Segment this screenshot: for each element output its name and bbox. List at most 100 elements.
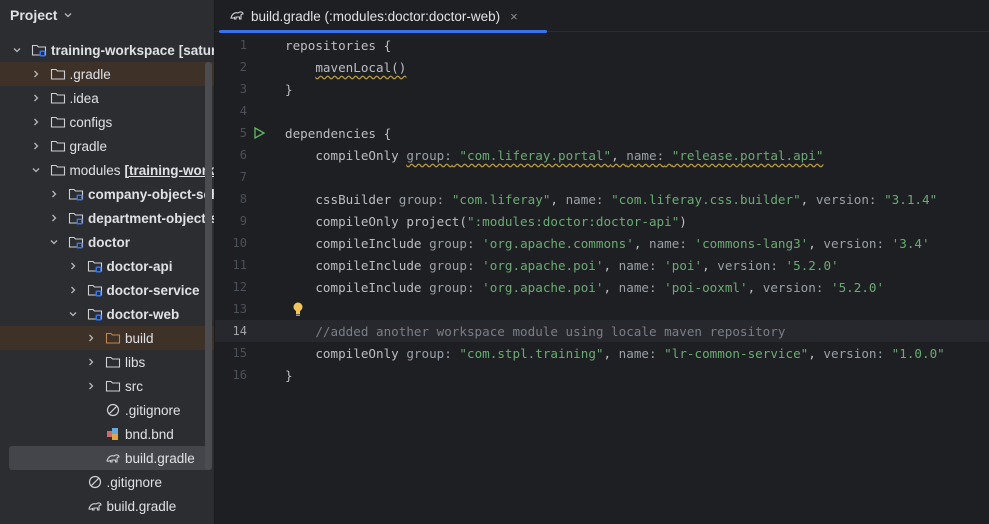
line-number: 5 bbox=[239, 126, 247, 140]
chevron-right-icon[interactable] bbox=[48, 188, 60, 200]
code-line[interactable]: 2 mavenLocal() bbox=[215, 56, 989, 78]
chevron-down-icon[interactable] bbox=[11, 44, 23, 56]
tree-item-extra: [training-work bbox=[124, 162, 214, 178]
code-text: dependencies { bbox=[285, 125, 392, 141]
code-line[interactable]: 13 bbox=[215, 298, 989, 320]
module-folder-icon bbox=[68, 186, 84, 202]
chevron-right-icon[interactable] bbox=[85, 332, 97, 344]
tree-item-label: build.gradle bbox=[125, 450, 195, 466]
folder-icon bbox=[105, 354, 121, 370]
tree-item[interactable]: bnd.bnd bbox=[0, 422, 214, 446]
tree-item[interactable]: .gitignore bbox=[0, 398, 214, 422]
folder-icon bbox=[50, 66, 66, 82]
chevron-right-icon[interactable] bbox=[30, 116, 42, 128]
code-line[interactable]: 12 compileInclude group: 'org.apache.poi… bbox=[215, 276, 989, 298]
close-icon[interactable]: × bbox=[510, 9, 518, 24]
code-line[interactable]: 8 cssBuilder group: "com.liferay", name:… bbox=[215, 188, 989, 210]
line-number: 2 bbox=[239, 60, 247, 74]
module-folder-icon bbox=[68, 210, 84, 226]
editor-tab-bar: build.gradle (:modules:doctor:doctor-web… bbox=[215, 0, 989, 33]
tree-item[interactable]: build.gradle bbox=[0, 494, 214, 518]
line-number: 9 bbox=[239, 214, 247, 228]
module-folder-icon bbox=[31, 42, 47, 58]
chevron-down-icon[interactable] bbox=[30, 164, 42, 176]
tree-item[interactable]: doctor-service bbox=[0, 278, 214, 302]
chevron-down-icon[interactable] bbox=[48, 236, 60, 248]
tree-item-label: gradle bbox=[69, 138, 108, 154]
code-line[interactable]: 14 //added another workspace module usin… bbox=[215, 320, 989, 342]
code-line[interactable]: 7 bbox=[215, 166, 989, 188]
chevron-right-icon[interactable] bbox=[30, 92, 42, 104]
tree-item[interactable]: libs bbox=[0, 350, 214, 374]
gradle-file-icon bbox=[105, 450, 121, 466]
tree-item-label: src bbox=[125, 378, 143, 394]
tree-item[interactable]: modules [training-work bbox=[0, 158, 214, 182]
tree-item[interactable]: training-workspace [satur bbox=[0, 38, 214, 62]
code-text: mavenLocal() bbox=[315, 59, 407, 75]
module-folder-icon bbox=[87, 306, 103, 322]
line-number: 3 bbox=[239, 82, 247, 96]
tree-item-extra: [satur bbox=[178, 42, 214, 58]
bnd-file-icon bbox=[105, 426, 121, 442]
tree-item[interactable]: configs bbox=[0, 110, 214, 134]
project-tree-scrollbar[interactable] bbox=[205, 62, 212, 470]
gitignore-icon bbox=[105, 402, 121, 418]
code-text: //added another workspace module using l… bbox=[285, 323, 786, 339]
chevron-right-icon[interactable] bbox=[85, 356, 97, 368]
code-line[interactable]: 4 bbox=[215, 100, 989, 122]
code-line[interactable]: 10 compileInclude group: 'org.apache.com… bbox=[215, 232, 989, 254]
tree-item-label: bnd.bnd bbox=[125, 426, 174, 442]
code-line[interactable]: 16} bbox=[215, 364, 989, 386]
tree-item[interactable]: doctor bbox=[0, 230, 214, 254]
tree-item[interactable]: doctor-web bbox=[0, 302, 214, 326]
chevron-right-icon[interactable] bbox=[48, 212, 60, 224]
tree-item[interactable]: gradle bbox=[0, 134, 214, 158]
tree-item-label: training-workspace bbox=[51, 42, 175, 58]
tree-item[interactable]: department-object-s bbox=[0, 206, 214, 230]
line-number: 1 bbox=[239, 38, 247, 52]
code-text: compileOnly group: "com.stpl.training", … bbox=[285, 345, 945, 361]
editor-tab-build-gradle[interactable]: build.gradle (:modules:doctor:doctor-web… bbox=[215, 0, 547, 33]
chevron-down-icon[interactable] bbox=[67, 308, 79, 320]
code-text: } bbox=[285, 367, 293, 383]
code-line[interactable]: 5 dependencies { bbox=[215, 122, 989, 144]
tree-item[interactable]: company-object-sch bbox=[0, 182, 214, 206]
tree-item-label: modules bbox=[69, 162, 121, 178]
code-line[interactable]: 11 compileInclude group: 'org.apache.poi… bbox=[215, 254, 989, 276]
tree-item-label: department-object-s bbox=[88, 210, 214, 226]
tree-item-label: .idea bbox=[69, 90, 99, 106]
gradle-file-icon bbox=[87, 498, 103, 514]
active-tab-indicator bbox=[219, 30, 547, 33]
project-panel-header[interactable]: Project bbox=[0, 0, 214, 30]
code-line[interactable]: 1 repositories { bbox=[215, 34, 989, 56]
tree-item[interactable]: build.gradle bbox=[9, 446, 209, 470]
code-line[interactable]: 9 compileOnly project(":modules:doctor:d… bbox=[215, 210, 989, 232]
tree-item[interactable]: .idea bbox=[0, 86, 214, 110]
lightbulb-icon[interactable] bbox=[291, 301, 305, 317]
line-number: 4 bbox=[239, 104, 247, 118]
tree-item-label: company-object-sch bbox=[88, 186, 214, 202]
chevron-right-icon[interactable] bbox=[67, 260, 79, 272]
run-icon[interactable] bbox=[252, 126, 266, 140]
tree-item[interactable]: build bbox=[0, 326, 214, 350]
tree-item[interactable]: src bbox=[0, 374, 214, 398]
line-number: 15 bbox=[232, 346, 247, 360]
tree-item[interactable]: doctor-api bbox=[0, 254, 214, 278]
code-line[interactable]: 6 compileOnly group: "com.liferay.portal… bbox=[215, 144, 989, 166]
line-number: 13 bbox=[232, 302, 247, 316]
code-line[interactable]: 3} bbox=[215, 78, 989, 100]
code-line[interactable]: 15 compileOnly group: "com.stpl.training… bbox=[215, 342, 989, 364]
line-number: 11 bbox=[232, 258, 247, 272]
chevron-right-icon[interactable] bbox=[67, 284, 79, 296]
tree-item[interactable]: .gradle bbox=[0, 62, 214, 86]
tree-item[interactable]: .gitignore bbox=[0, 470, 214, 494]
code-text: cssBuilder group: "com.liferay", name: "… bbox=[285, 191, 938, 207]
code-text: } bbox=[285, 81, 293, 97]
chevron-right-icon[interactable] bbox=[85, 380, 97, 392]
chevron-right-icon[interactable] bbox=[30, 68, 42, 80]
chevron-right-icon[interactable] bbox=[30, 140, 42, 152]
